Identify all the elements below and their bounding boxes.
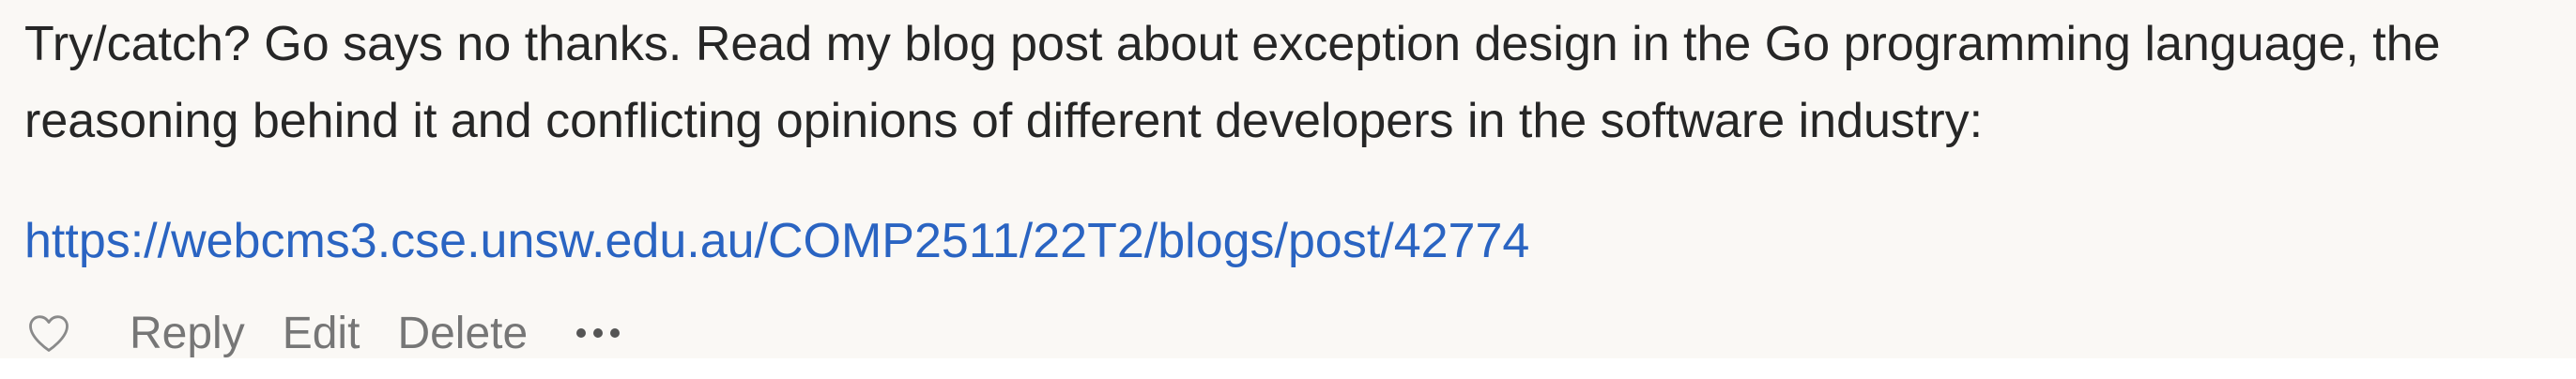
- heart-icon[interactable]: [24, 309, 73, 357]
- edit-button[interactable]: Edit: [283, 308, 360, 359]
- comment-card: Try/catch? Go says no thanks. Read my bl…: [0, 0, 2576, 358]
- reply-button[interactable]: Reply: [130, 308, 245, 359]
- comment-link-line: https://webcms3.cse.unsw.edu.au/COMP2511…: [24, 203, 2552, 280]
- more-options-icon[interactable]: [576, 328, 621, 338]
- delete-button[interactable]: Delete: [397, 308, 528, 359]
- blog-post-link[interactable]: https://webcms3.cse.unsw.edu.au/COMP2511…: [24, 214, 1529, 268]
- comment-body: Try/catch? Go says no thanks. Read my bl…: [24, 17, 2441, 148]
- comment-actions: Reply Edit Delete: [24, 300, 2552, 366]
